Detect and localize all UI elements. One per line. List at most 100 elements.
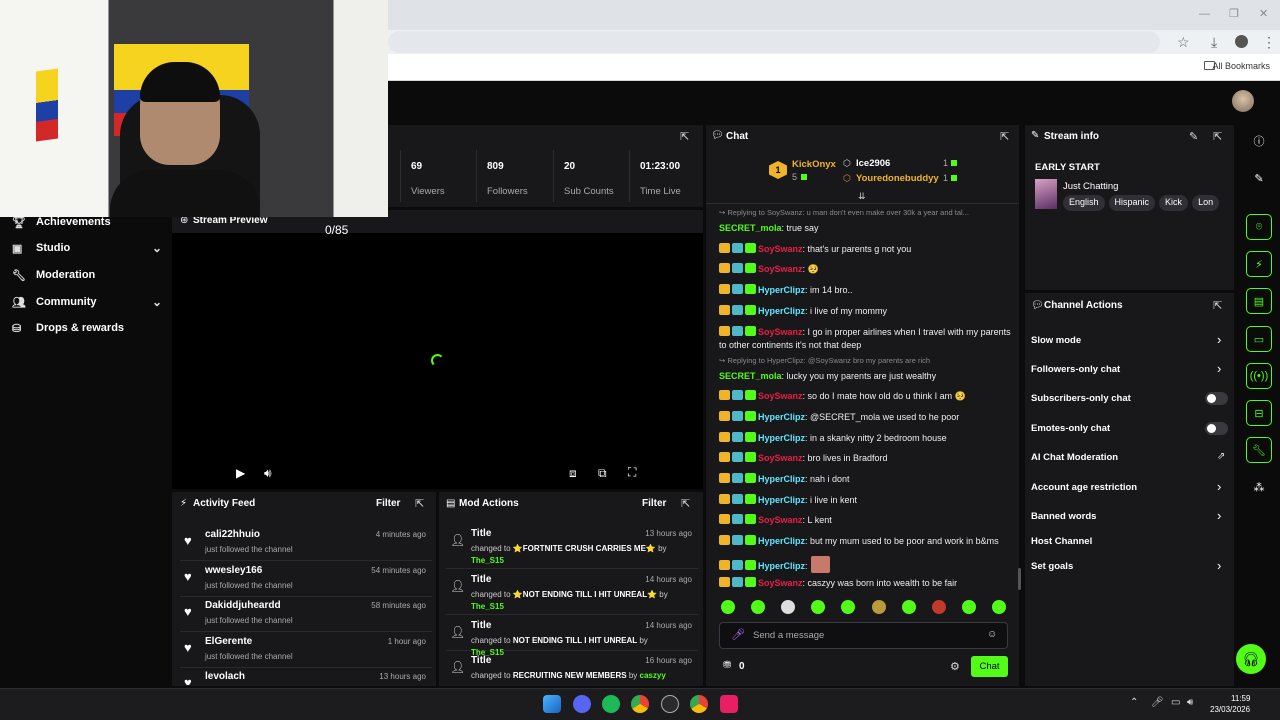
network-icon[interactable]: ▭ — [1171, 697, 1180, 708]
mod-action-row[interactable]: 👤︎ Title 13 hours ago changed to ⭐FORTNITE … — [446, 525, 698, 569]
chat-username[interactable]: HyperClipz — [758, 536, 805, 546]
chat-username[interactable]: SECRET_mola — [719, 371, 782, 381]
chat-message[interactable]: HyperClipz: — [719, 555, 1014, 573]
discord-icon[interactable] — [573, 695, 591, 713]
chat-message[interactable]: SoySwanz: L kent — [719, 514, 1014, 527]
document-icon[interactable]: ▤ — [1246, 288, 1272, 314]
lightning-icon[interactable]: ⚡︎ — [1246, 251, 1272, 277]
toggle-switch[interactable] — [1205, 422, 1228, 435]
maximize-icon[interactable]: ❐ — [1229, 7, 1239, 20]
list-item[interactable]: ♥ cali22hhuio 4 minutes ago just followed t… — [180, 525, 432, 561]
chat-message[interactable]: HyperClipz: i live of my mommy — [719, 304, 1014, 318]
volume-icon[interactable]: 🔊︎ — [1187, 697, 1193, 708]
tag[interactable]: Kick — [1159, 195, 1189, 211]
activity-username[interactable]: cali22hhuio — [205, 529, 260, 540]
emote-icon[interactable] — [901, 600, 916, 614]
chat-message[interactable]: SoySwanz: caszyy was born into wealth to… — [719, 576, 1014, 590]
chat-message[interactable]: HyperClipz: nah i dont — [719, 473, 1014, 486]
chat-send-button[interactable]: Chat — [971, 656, 1008, 677]
toggle-switch[interactable] — [1205, 392, 1228, 405]
windows-start-icon[interactable] — [543, 695, 561, 713]
chat-scrollbar[interactable] — [1018, 568, 1021, 590]
chat-username[interactable]: SoySwanz — [758, 327, 803, 337]
external-link-icon[interactable]: ⇗ — [1217, 451, 1225, 462]
chat-message[interactable]: HyperClipz: i live in kent — [719, 493, 1014, 507]
chat-message[interactable]: SoySwanz: 🥺 — [719, 263, 1014, 276]
chevron-right-icon[interactable]: › — [1217, 508, 1221, 523]
play-icon[interactable]: ▶ — [236, 466, 245, 480]
mic-icon[interactable]: 🎤︎ — [731, 628, 745, 641]
spotify-icon[interactable] — [602, 695, 620, 713]
camera-icon[interactable]: ⌾ — [1246, 214, 1272, 240]
emoji-icon[interactable]: ☺ — [987, 629, 997, 640]
chevron-right-icon[interactable]: › — [1217, 558, 1221, 573]
menu-icon[interactable]: ⋮ — [1262, 35, 1276, 49]
chat-username[interactable]: SoySwanz — [758, 578, 803, 588]
emote-icon[interactable] — [991, 600, 1006, 614]
mod-action-user[interactable]: The_S15 — [471, 556, 504, 565]
all-bookmarks[interactable]: All Bookmarks — [1212, 61, 1270, 71]
bookmark-star-icon[interactable]: ☆ — [1177, 35, 1190, 49]
list-item[interactable]: ♥ levolach 13 hours ago — [180, 667, 432, 685]
chat-username[interactable]: SoySwanz — [758, 453, 803, 463]
chat-message[interactable]: SECRET_mola: true say — [719, 222, 1014, 235]
list-item[interactable]: ♥ wwesley166 54 minutes ago just followed t… — [180, 561, 432, 597]
chat-username[interactable]: SoySwanz — [758, 515, 803, 525]
chat-icon[interactable]: ▭ — [1246, 326, 1272, 352]
leaderboard-name[interactable]: Youredonebuddyy — [856, 173, 939, 184]
mod-action-user[interactable]: caszyy — [640, 671, 666, 680]
chat-message[interactable]: SoySwanz: bro lives in Bradford — [719, 452, 1014, 465]
close-icon[interactable]: ✕ — [1259, 7, 1268, 20]
chrome-icon[interactable] — [631, 695, 649, 713]
activity-username[interactable]: levolach — [205, 671, 245, 682]
activity-username[interactable]: wwesley166 — [205, 565, 262, 576]
avatar[interactable] — [1232, 90, 1254, 112]
volume-icon[interactable]: 🔊︎ — [264, 466, 272, 481]
chat-username[interactable]: HyperClipz — [758, 495, 805, 505]
emote-icon[interactable] — [961, 600, 976, 614]
tag[interactable]: Lon — [1192, 195, 1220, 211]
emote-icon[interactable] — [871, 600, 886, 614]
tag[interactable]: Hispanic — [1108, 195, 1156, 211]
chat-username[interactable]: HyperClipz — [758, 433, 805, 443]
chat-message[interactable]: HyperClipz: im 14 bro.. — [719, 284, 1014, 297]
chat-username[interactable]: HyperClipz — [758, 474, 805, 484]
leaderboard-top-name[interactable]: KickOnyx — [792, 159, 836, 170]
chrome-profile-icon[interactable] — [690, 695, 708, 713]
popout-icon[interactable]: ⇱ — [681, 497, 690, 510]
popout-icon[interactable]: ⇱ — [1213, 130, 1222, 143]
edit-icon[interactable]: ✎ — [1189, 130, 1198, 143]
emote-icon[interactable] — [751, 600, 766, 614]
apps-icon[interactable]: ⁂ — [1246, 474, 1272, 500]
chat-message[interactable]: SoySwanz: that's ur parents g not you — [719, 242, 1014, 256]
taskbar-time[interactable]: 11:59 — [1231, 694, 1250, 703]
theater-mode-icon[interactable]: ⧈ — [569, 466, 577, 481]
mic-icon[interactable]: 🎤︎ — [1151, 697, 1164, 708]
chat-username[interactable]: HyperClipz — [758, 561, 805, 571]
emote-icon[interactable] — [931, 600, 946, 614]
download-icon[interactable]: ⤓ — [1211, 35, 1217, 49]
sidebar-item-community[interactable]: 👥︎ Community ⌄ — [12, 289, 162, 315]
popout-icon[interactable]: ⇱ — [1213, 299, 1222, 312]
fullscreen-icon[interactable]: ⛶ — [628, 465, 636, 480]
chat-message[interactable]: SoySwanz: so do I mate how old do u thin… — [719, 390, 1014, 403]
address-bar[interactable] — [388, 31, 1160, 53]
profile-icon[interactable] — [1235, 35, 1248, 48]
popout-icon[interactable]: ⇱ — [1000, 130, 1009, 143]
collapse-icon[interactable]: ⇊ — [858, 191, 866, 202]
popout-icon[interactable]: ⇱ — [415, 497, 424, 510]
support-icon[interactable]: 🎧︎ — [1236, 644, 1266, 674]
chat-username[interactable]: SoySwanz — [758, 264, 803, 274]
chat-username[interactable]: SoySwanz — [758, 244, 803, 254]
sidebar-item-drops[interactable]: ⛁ Drops & rewards — [12, 315, 162, 341]
list-item[interactable]: ♥ ElGerente 1 hour ago just followed the ch… — [180, 632, 432, 668]
chat-message[interactable]: HyperClipz: in a skanky nitty 2 bedroom … — [719, 431, 1014, 445]
gear-icon[interactable]: ⚙ — [950, 660, 960, 673]
mod-action-row[interactable]: 👤︎ Title 14 hours ago changed to NOT ENDING… — [446, 617, 698, 657]
sidebar-item-studio[interactable]: ▣ Studio ⌄ — [12, 235, 162, 261]
activity-username[interactable]: Dakiddjuheardd — [205, 600, 281, 611]
activity-filter-button[interactable]: Filter — [376, 498, 400, 509]
wrench-icon[interactable]: 🔧︎ — [1246, 437, 1272, 463]
chat-username[interactable]: HyperClipz — [758, 285, 805, 295]
tag[interactable]: English — [1063, 195, 1105, 211]
